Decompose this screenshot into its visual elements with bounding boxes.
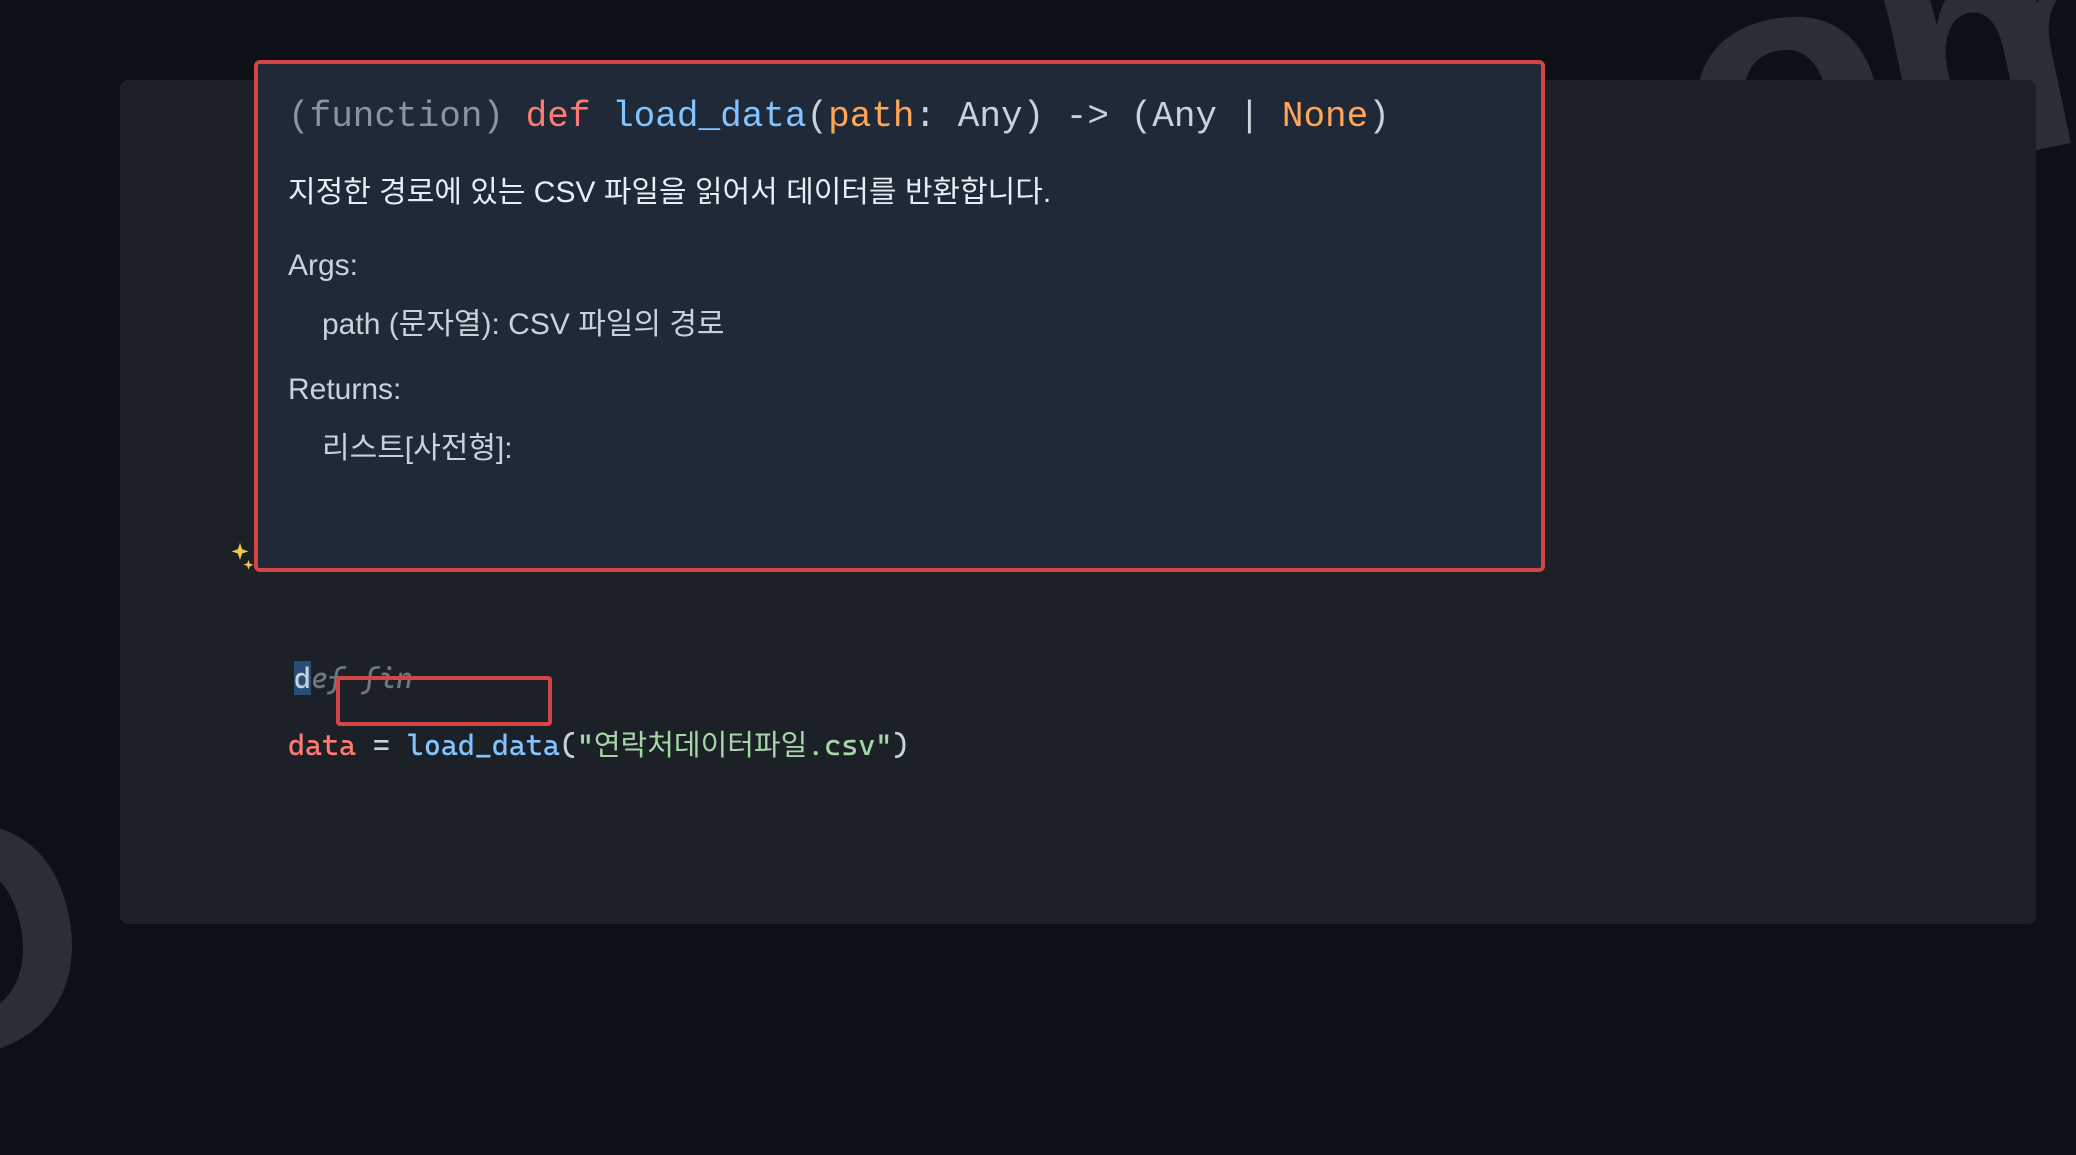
arrow: -> [1044, 96, 1130, 137]
tooltip-description: 지정한 경로에 있는 CSV 파일을 읽어서 데이터를 반환합니다. [288, 170, 1511, 215]
assignment-op: = [356, 728, 407, 762]
return-type: Any [1152, 96, 1217, 137]
colon: : [915, 96, 958, 137]
tooltip-param-name: path [828, 96, 914, 137]
paren: ( [807, 96, 829, 137]
paren: ( [1131, 96, 1153, 137]
watermark-text: D [0, 722, 124, 1155]
tooltip-args-body: path (문자열): CSV 파일의 경로 [322, 299, 1511, 343]
keyword-def: def [526, 96, 591, 137]
pipe: | [1217, 96, 1282, 137]
string-literal: "연락처데이터파일.csv" [577, 728, 892, 762]
tooltip-function-name: load_data [612, 96, 806, 137]
tooltip-returns-title: Returns: [288, 373, 1511, 407]
tooltip-args-title: Args: [288, 249, 1511, 283]
paren: ) [1023, 96, 1045, 137]
paren: ) [1368, 96, 1390, 137]
tooltip-returns-body: 리스트[사전형]: [322, 423, 1511, 467]
tooltip-param-type: Any [958, 96, 1023, 137]
hover-tooltip: (function) def load_data(path: Any) -> (… [254, 60, 1545, 572]
variable-data: data [288, 728, 356, 762]
sparkle-icon [223, 540, 257, 582]
paren-close: ) [892, 728, 909, 762]
tooltip-signature: (function) def load_data(path: Any) -> (… [288, 92, 1511, 142]
code-line-call[interactable]: data = load_data("연락처데이터파일.csv") [220, 680, 909, 811]
function-call-name: load_data [407, 728, 560, 762]
tooltip-kind-label: (function) [288, 96, 504, 137]
return-type-none: None [1282, 96, 1368, 137]
paren-open: ( [560, 728, 577, 762]
